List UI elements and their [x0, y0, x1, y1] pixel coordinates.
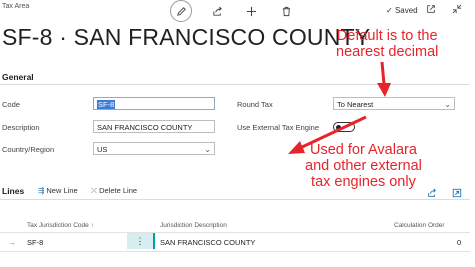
- row-focus-indicator: [153, 233, 155, 249]
- row-arrow-icon: →: [8, 238, 16, 247]
- row-actions-button[interactable]: ⋮: [127, 233, 153, 249]
- column-header-description[interactable]: Jurisdiction Description: [160, 222, 227, 229]
- lines-title[interactable]: Lines: [2, 186, 24, 196]
- row-code[interactable]: SF-8: [27, 238, 43, 247]
- expand-lines-icon[interactable]: [452, 185, 462, 203]
- row-calculation-order[interactable]: 0: [457, 238, 461, 247]
- column-header-code[interactable]: Tax Jurisdiction Code ↑: [27, 222, 94, 229]
- delete-line-button[interactable]: ⤬ Delete Line: [91, 186, 137, 196]
- new-line-button[interactable]: ⇶ New Line: [38, 186, 78, 195]
- share-lines-icon[interactable]: [427, 185, 437, 203]
- lines-divider: [0, 199, 470, 200]
- new-line-icon: ⇶: [38, 186, 45, 195]
- column-header-calculation-order[interactable]: Calculation Order: [394, 222, 445, 229]
- row-description[interactable]: SAN FRANCISCO COUNTY: [160, 238, 255, 247]
- delete-line-icon: ⤬: [91, 186, 97, 195]
- arrow-to-toggle: [288, 115, 367, 154]
- arrow-to-round-tax: [377, 61, 391, 97]
